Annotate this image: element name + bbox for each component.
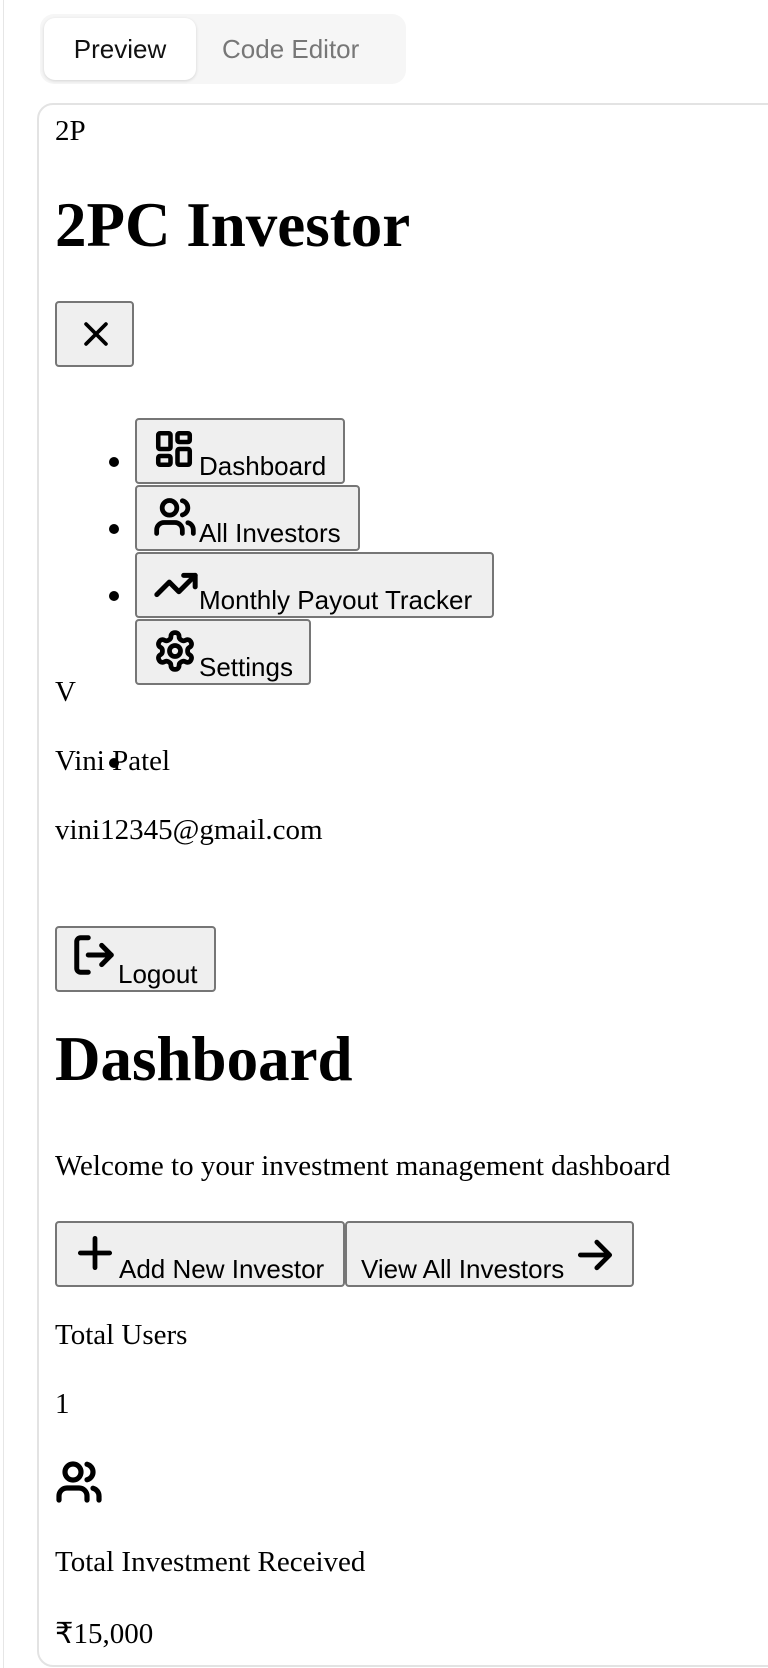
total-users-value: 1 xyxy=(55,1388,70,1420)
tab-preview[interactable]: Preview xyxy=(44,18,196,80)
user-email: vini12345@gmail.com xyxy=(55,814,323,846)
nav-item-label: All Investors xyxy=(199,518,341,548)
add-new-investor-button[interactable]: Add New Investor xyxy=(55,1221,345,1287)
app-title: 2PC Investor xyxy=(55,190,411,260)
nav-item-dashboard[interactable]: Dashboard xyxy=(135,418,345,484)
view-tab-bar: Preview Code Editor xyxy=(40,14,406,84)
nav-item-monthly-payout-tracker[interactable]: Monthly Payout Tracker xyxy=(135,552,494,618)
nav-item-label: Dashboard xyxy=(199,451,327,481)
total-users-label: Total Users xyxy=(55,1319,188,1351)
logo-initials: 2P xyxy=(55,115,86,147)
view-all-investors-button[interactable]: View All Investors xyxy=(345,1221,634,1287)
user-name: Vini Patel xyxy=(55,745,171,777)
dashboard-grid-icon xyxy=(155,430,193,468)
close-sidebar-button[interactable] xyxy=(55,301,134,367)
list-bullet xyxy=(109,591,119,601)
list-bullet xyxy=(109,457,119,467)
plus-icon xyxy=(77,1235,113,1271)
arrow-right-icon xyxy=(577,1239,613,1271)
logout-button[interactable]: Logout xyxy=(55,926,216,992)
tab-code-editor[interactable]: Code Editor xyxy=(222,18,392,80)
nav-item-label: Monthly Payout Tracker xyxy=(199,585,473,615)
logout-label: Logout xyxy=(118,959,198,989)
left-divider xyxy=(3,0,4,1668)
page-subtitle: Welcome to your investment management da… xyxy=(55,1150,671,1182)
add-new-investor-label: Add New Investor xyxy=(119,1254,325,1284)
logout-icon xyxy=(74,935,114,975)
total-investment-label: Total Investment Received xyxy=(55,1546,366,1578)
total-investment-value: ₹15,000 xyxy=(55,1618,154,1650)
nav-item-settings[interactable]: Settings xyxy=(135,619,311,685)
nav-item-label: Settings xyxy=(199,652,293,682)
users-icon xyxy=(56,1461,102,1503)
nav-item-all-investors[interactable]: All Investors xyxy=(135,485,360,551)
view-all-investors-label: View All Investors xyxy=(361,1254,565,1284)
list-bullet xyxy=(109,524,119,534)
preview-frame: 2P 2PC Investor Dashboard All Investors … xyxy=(37,103,768,1667)
page-title: Dashboard xyxy=(55,1024,353,1094)
trending-up-icon xyxy=(154,572,198,598)
avatar: V xyxy=(55,676,76,708)
users-icon xyxy=(154,498,196,536)
gear-icon xyxy=(156,630,194,672)
x-icon xyxy=(84,322,108,346)
